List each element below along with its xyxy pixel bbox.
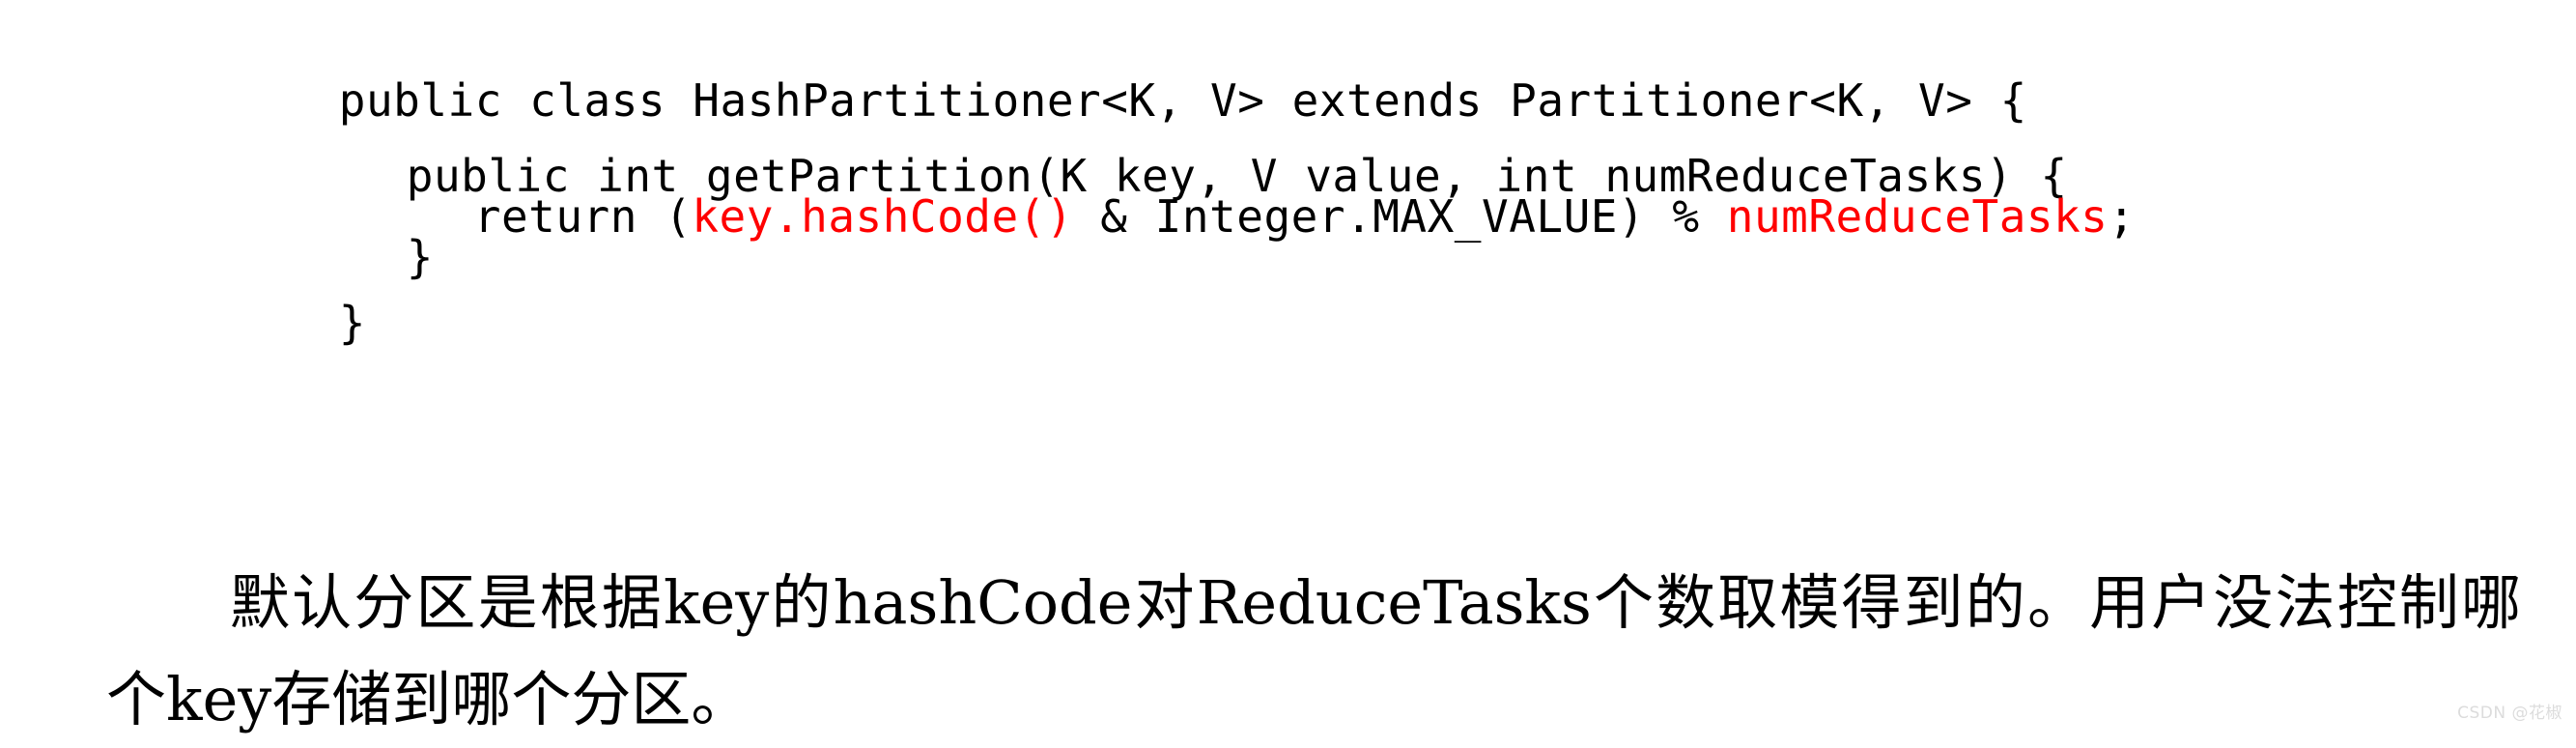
code-token-class-close-brace: } (338, 297, 366, 349)
prose-segment-9: 存储到哪个分区。 (271, 664, 751, 734)
code-token-method-close-brace: } (406, 231, 434, 283)
code-line-class-close-brace: } (230, 230, 366, 416)
prose-segment-2: key (664, 567, 770, 638)
prose-segment-1: 默认分区是根据 (230, 567, 665, 638)
prose-segment-4: hashCode (833, 567, 1133, 638)
code-line-return-statement: return (key.hashCode() & Integer.MAX_VAL… (365, 124, 2136, 309)
csdn-watermark: CSDN @花椒 (2457, 704, 2562, 723)
code-token-return-prefix: return ( (473, 190, 693, 243)
prose-segment-8: key (166, 664, 272, 734)
prose-segment-6: ReduceTasks (1196, 567, 1592, 638)
prose-segment-5: 对 (1132, 567, 1197, 638)
code-token-numreducetasks-highlight: numReduceTasks (1726, 190, 2109, 243)
prose-segment-3: 的 (769, 567, 834, 638)
explanation-paragraph: 默认分区是根据key的hashCode对ReduceTasks个数取模得到的。用… (106, 555, 2521, 748)
code-token-key-hashcode-highlight: key.hashCode() (692, 190, 1074, 243)
code-token-bitwise-and-maxvalue: & Integer.MAX_VALUE) % (1073, 190, 1727, 243)
code-token-statement-terminator: ; (2108, 190, 2136, 243)
